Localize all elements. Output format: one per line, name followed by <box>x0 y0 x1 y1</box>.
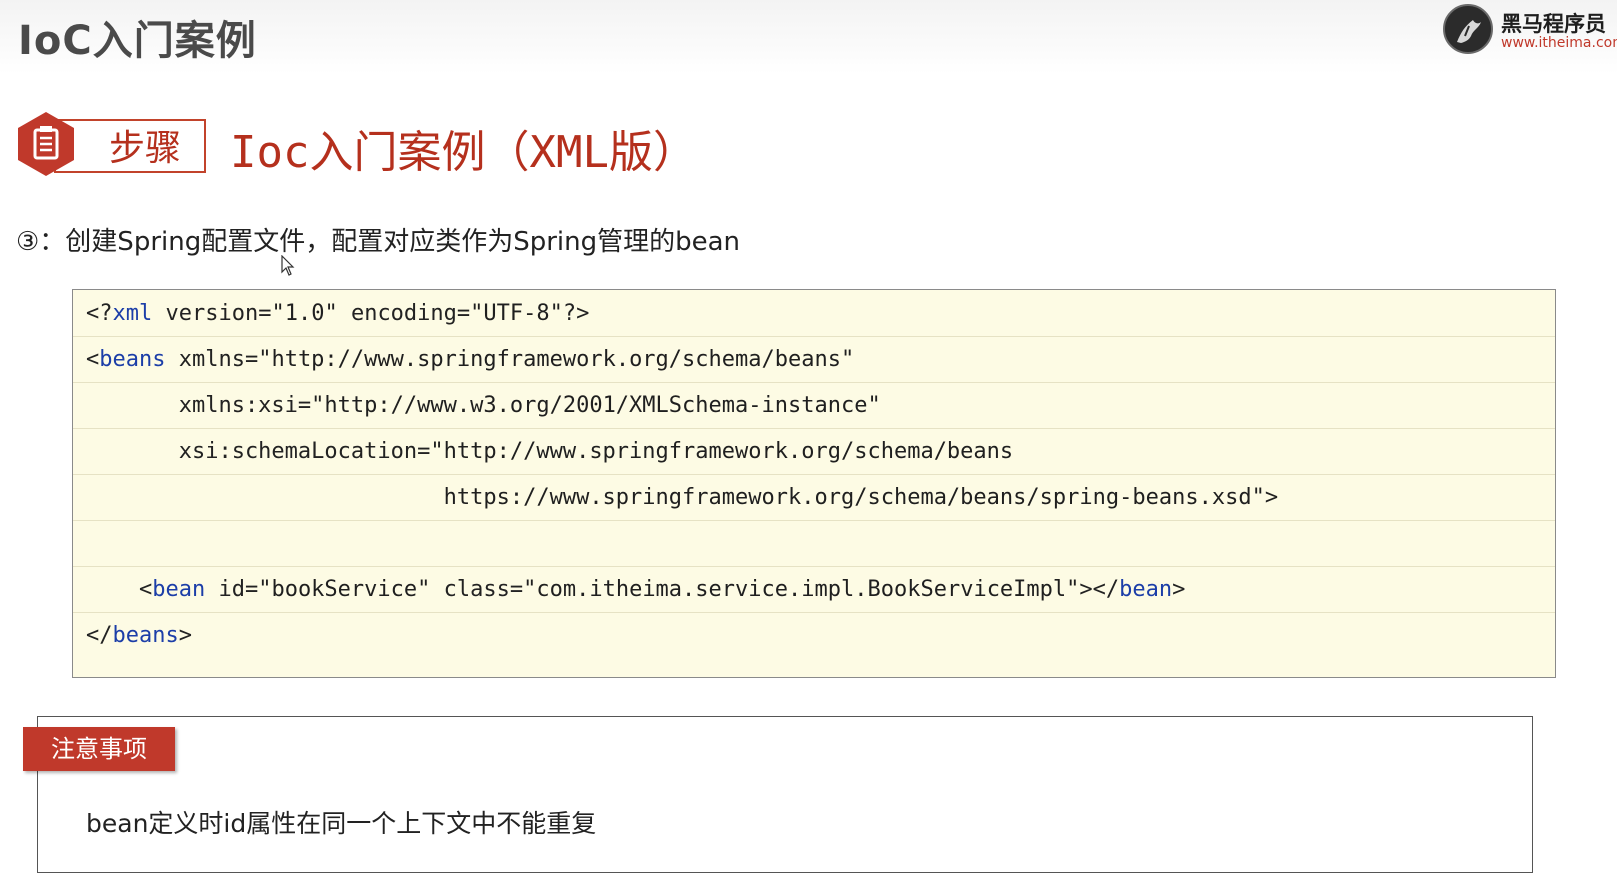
code-line: https://www.springframework.org/schema/b… <box>73 475 1555 521</box>
code-line: <beans xmlns="http://www.springframework… <box>73 337 1555 383</box>
document-icon <box>18 112 74 176</box>
logo-name: 黑马程序员 <box>1501 12 1606 36</box>
horse-logo-icon <box>1443 4 1493 54</box>
steps-badge: 步骤 <box>16 111 206 176</box>
section-title: Ioc入门案例（XML版） <box>230 127 697 178</box>
code-line: xsi:schemaLocation="http://www.springfra… <box>73 429 1555 475</box>
code-line: </beans> <box>86 623 192 648</box>
code-line: <?xml version="1.0" encoding="UTF-8"?> <box>73 291 1555 337</box>
code-line <box>73 521 1555 567</box>
mouse-cursor-icon <box>281 255 295 276</box>
notice-text: bean定义时id属性在同一个上下文中不能重复 <box>86 809 597 838</box>
code-line: xmlns:xsi="http://www.w3.org/2001/XMLSch… <box>73 383 1555 429</box>
brand-logo: 黑马程序员 www.itheima.com <box>1443 4 1617 56</box>
steps-label: 步骤 <box>109 128 182 169</box>
page-title: IoC入门案例 <box>18 18 257 64</box>
notice-tag: 注意事项 <box>23 727 175 771</box>
logo-url: www.itheima.com <box>1501 35 1617 51</box>
step-description: ③：创建Spring配置文件，配置对应类作为Spring管理的bean <box>16 227 741 257</box>
notice-box <box>37 716 1533 873</box>
code-line: <bean id="bookService" class="com.itheim… <box>73 567 1555 613</box>
code-block: <?xml version="1.0" encoding="UTF-8"?> <b… <box>72 289 1556 678</box>
